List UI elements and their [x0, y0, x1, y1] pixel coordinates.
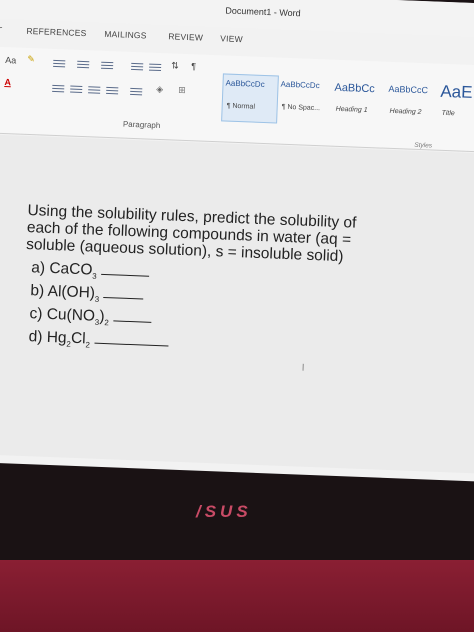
tab-insert-partial[interactable]: IT [0, 25, 3, 35]
item-subscript: 3 [92, 271, 97, 281]
change-case-button[interactable]: Aa [5, 55, 16, 65]
numbering-icon[interactable] [77, 59, 90, 69]
decrease-indent-icon[interactable] [131, 61, 144, 71]
asus-logo: /SUS [196, 502, 252, 521]
answer-blank[interactable] [103, 287, 144, 300]
style-sample: AaE [440, 81, 473, 102]
style-sample: AaBbCcC [388, 83, 429, 96]
style-name: Title [441, 109, 455, 118]
style-heading-1[interactable]: AaBbCc Heading 1 [331, 78, 387, 126]
style-name: Heading 2 [389, 107, 422, 117]
increase-indent-icon[interactable] [148, 62, 162, 72]
style-no-spacing[interactable]: AaBbCcDc ¶ No Spac... [277, 76, 333, 124]
style-name: ¶ Normal [226, 102, 256, 111]
justify-icon[interactable] [106, 85, 119, 95]
item-subscript: 3 [94, 294, 100, 305]
item-label: a) CaCO [31, 259, 93, 279]
font-color-icon[interactable]: A [4, 77, 11, 87]
align-left-icon[interactable] [52, 83, 65, 93]
style-heading-2[interactable]: AaBbCcC Heading 2 [385, 80, 441, 128]
line-spacing-icon[interactable] [130, 86, 143, 96]
tab-mailings[interactable]: MAILINGS [104, 29, 147, 41]
borders-icon[interactable]: ⊞ [178, 85, 186, 96]
bullets-icon[interactable] [53, 58, 66, 68]
style-sample: AaBbCc [334, 81, 376, 96]
style-normal[interactable]: AaBbCcDc ¶ Normal [221, 73, 279, 124]
highlight-icon[interactable]: ✎ [27, 54, 35, 65]
answer-blank[interactable] [113, 310, 152, 324]
style-title[interactable]: AaE Title [437, 82, 474, 130]
align-right-icon[interactable] [88, 84, 101, 94]
style-sample: AaBbCcDc [280, 79, 320, 91]
text-cursor-icon: I [301, 362, 305, 374]
question-text: Using the solubility rules, predict the … [22, 202, 427, 367]
paragraph-group-label: Paragraph [122, 119, 161, 131]
style-sample: AaBbCcDc [225, 78, 265, 90]
style-name: Heading 1 [335, 105, 368, 114]
sort-icon[interactable]: ⇅ [171, 60, 179, 71]
styles-group-label: Styles [414, 141, 433, 150]
tab-view[interactable]: VIEW [220, 33, 243, 44]
answer-blank[interactable] [101, 263, 150, 277]
item-subscript: 2 [85, 340, 91, 350]
item-label: b) Al(OH) [30, 282, 96, 302]
show-marks-icon[interactable]: ¶ [191, 61, 196, 71]
multilevel-list-icon[interactable] [101, 60, 114, 70]
item-label: c) Cu(NO [29, 305, 96, 325]
tab-references[interactable]: REFERENCES [26, 26, 86, 38]
answer-blank[interactable] [94, 332, 169, 347]
tab-review[interactable]: REVIEW [168, 31, 203, 42]
document-page[interactable]: Using the solubility rules, predict the … [0, 133, 474, 474]
window-title: Document1 - Word [225, 5, 301, 19]
laptop-base [0, 560, 474, 632]
screen: Document1 - Word IT REFERENCES MAILINGS … [0, 0, 474, 482]
item-label: d) Hg [28, 328, 67, 347]
item-subscript: 2 [104, 318, 109, 328]
align-center-icon[interactable] [70, 84, 83, 94]
item-label: Cl [70, 330, 86, 348]
style-name: ¶ No Spac... [281, 103, 321, 113]
shading-icon[interactable]: ◈ [156, 84, 163, 95]
